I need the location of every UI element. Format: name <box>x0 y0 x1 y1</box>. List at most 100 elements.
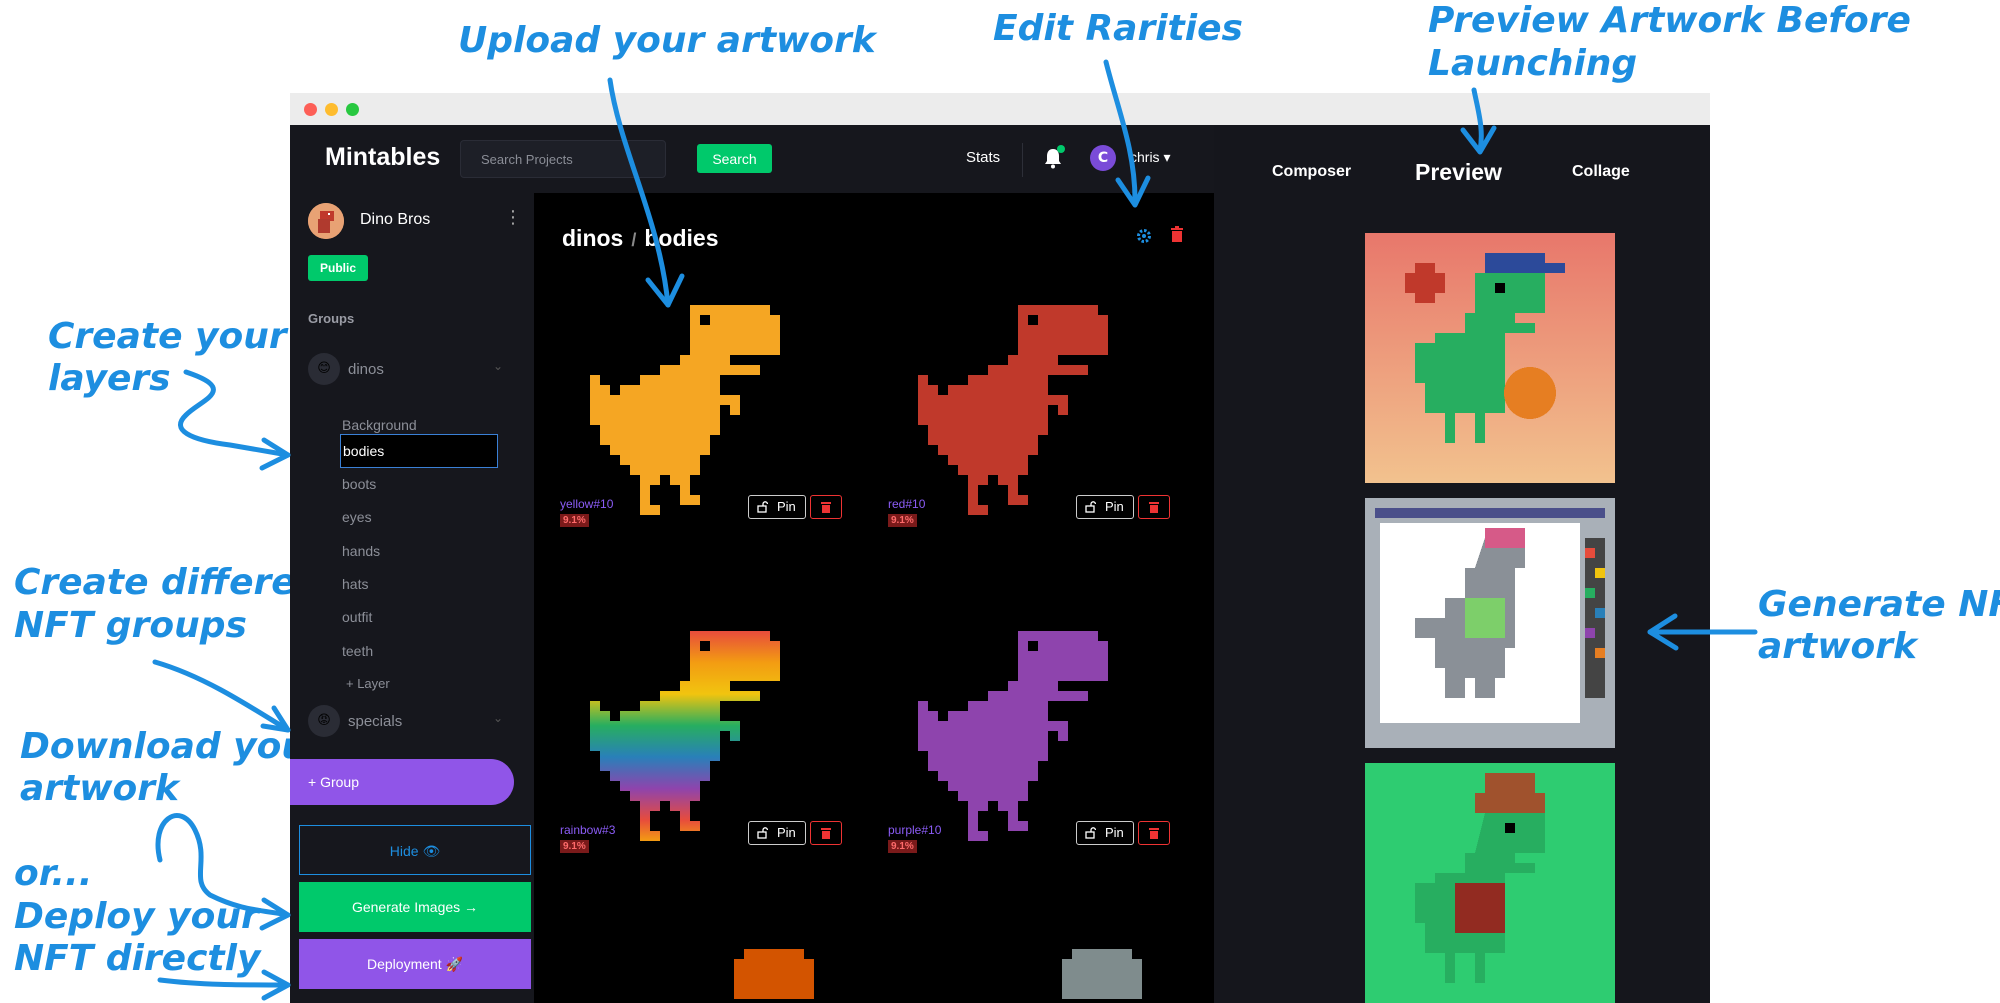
trait-name: red#10 <box>888 497 926 511</box>
search-input[interactable] <box>460 140 666 178</box>
stats-link[interactable]: Stats <box>966 149 1000 166</box>
groups-heading: Groups <box>308 311 355 326</box>
tab-collage[interactable]: Collage <box>1572 163 1630 181</box>
callout-preview-1: Preview Artwork Before <box>1428 0 1911 41</box>
pin-button[interactable]: Pin <box>1076 495 1134 519</box>
asset-card[interactable]: rainbow#3 9.1% Pin <box>560 631 860 931</box>
rarity-badge: 9.1% <box>888 514 917 527</box>
unlock-icon <box>757 827 769 839</box>
trash-icon <box>821 502 831 513</box>
sidebar: Dino Bros ⋮ Public Groups 😊 dinos ⌄ Back… <box>290 193 534 1003</box>
arrow-download-head <box>259 897 291 931</box>
arrow-layers <box>178 369 291 458</box>
close-window-button[interactable] <box>304 102 317 116</box>
group-name: dinos <box>348 361 384 378</box>
delete-button[interactable] <box>1138 495 1170 519</box>
asset-card[interactable]: yellow#10 9.1% Pin <box>560 305 860 605</box>
asset-card[interactable]: purple#10 9.1% Pin <box>888 631 1188 931</box>
callout-download-1: Download your <box>20 726 325 767</box>
window-titlebar <box>290 93 1710 125</box>
preview-artwork-1 <box>1365 233 1615 483</box>
deployment-button[interactable]: Deployment 🚀 <box>299 939 531 989</box>
arrow-groups <box>152 659 291 733</box>
callout-or: or... <box>14 853 93 894</box>
layer-outfit[interactable]: outfit <box>340 601 498 633</box>
callout-deploy-2: NFT directly <box>14 938 261 979</box>
rarity-badge: 9.1% <box>560 514 589 527</box>
tab-composer[interactable]: Composer <box>1272 163 1351 181</box>
breadcrumb-separator: / <box>631 230 637 250</box>
app-area: Mintables Search Stats C chris ▾ <box>290 125 1214 1003</box>
dino-orange-image <box>734 949 814 999</box>
dino-rainbow-image <box>590 631 780 841</box>
maximize-window-button[interactable] <box>346 102 359 116</box>
group-specials[interactable]: 😡 specials ⌄ <box>308 705 518 737</box>
group-dinos[interactable]: 😊 dinos ⌄ <box>308 353 518 385</box>
layer-eyes[interactable]: eyes <box>340 501 498 533</box>
brand-logo[interactable]: Mintables <box>325 143 440 172</box>
pin-label: Pin <box>777 499 796 514</box>
callout-download-2: artwork <box>20 768 179 809</box>
chevron-down-icon[interactable]: ⌄ <box>493 359 503 373</box>
arrow-deploy-head <box>261 969 291 1001</box>
project-avatar <box>308 203 344 239</box>
group-name: specials <box>348 713 403 730</box>
breadcrumb-group[interactable]: dinos <box>562 225 623 251</box>
layer-boots[interactable]: boots <box>340 468 498 500</box>
unlock-icon <box>1085 501 1097 513</box>
dino-gray-image <box>1062 949 1142 999</box>
callout-deploy-1: Deploy your <box>14 896 259 937</box>
rarity-badge: 9.1% <box>560 840 589 853</box>
arrow-deploy <box>157 977 291 988</box>
pin-button[interactable]: Pin <box>748 495 806 519</box>
layer-hands[interactable]: hands <box>340 535 498 567</box>
pin-label: Pin <box>1105 825 1124 840</box>
project-name[interactable]: Dino Bros <box>360 211 430 229</box>
browser-window: Mintables Search Stats C chris ▾ <box>290 93 1710 1003</box>
add-layer-button[interactable]: + Layer <box>346 676 390 691</box>
generate-images-button[interactable]: Generate Images → <box>299 882 531 932</box>
dino-purple-image <box>918 631 1108 841</box>
search-button[interactable]: Search <box>697 144 772 173</box>
pin-label: Pin <box>777 825 796 840</box>
delete-button[interactable] <box>1138 821 1170 845</box>
asset-card[interactable]: red#10 9.1% Pin <box>888 305 1188 605</box>
trash-icon <box>821 828 831 839</box>
layer-bodies[interactable]: bodies <box>340 434 498 468</box>
preview-artwork-2 <box>1365 498 1615 748</box>
pin-button[interactable]: Pin <box>1076 821 1134 845</box>
angry-face-icon: 😡 <box>308 705 340 737</box>
gear-icon[interactable] <box>1136 228 1152 244</box>
trait-name: rainbow#3 <box>560 823 616 837</box>
trash-icon[interactable] <box>1170 226 1184 242</box>
callout-generate-1: Generate NFT <box>1758 584 2000 625</box>
layer-hats[interactable]: hats <box>340 568 498 600</box>
chevron-down-icon[interactable]: ⌄ <box>493 711 503 725</box>
callout-preview-2: Launching <box>1428 43 1638 84</box>
pin-label: Pin <box>1105 499 1124 514</box>
arrow-layers-head <box>259 437 291 471</box>
breadcrumb: dinos / bodies <box>562 225 718 252</box>
visibility-badge[interactable]: Public <box>308 255 368 281</box>
nav-divider <box>1022 143 1023 177</box>
user-menu[interactable]: chris ▾ <box>1130 149 1170 166</box>
tab-preview[interactable]: Preview <box>1415 159 1502 186</box>
delete-button[interactable] <box>810 821 842 845</box>
add-group-button[interactable]: + Group <box>290 759 514 805</box>
pin-button[interactable]: Pin <box>748 821 806 845</box>
user-avatar[interactable]: C <box>1090 145 1116 171</box>
callout-generate-2: artwork <box>1758 626 1917 667</box>
minimize-window-button[interactable] <box>325 102 338 116</box>
project-menu-icon[interactable]: ⋮ <box>504 207 522 228</box>
hide-button[interactable]: Hide 👁 <box>299 825 531 875</box>
project-dino-icon <box>308 203 344 239</box>
callout-rarities: Edit Rarities <box>993 8 1243 49</box>
trait-name: purple#10 <box>888 823 942 837</box>
unlock-icon <box>757 501 769 513</box>
trash-icon <box>1149 502 1159 513</box>
layer-teeth[interactable]: teeth <box>340 635 498 667</box>
delete-button[interactable] <box>810 495 842 519</box>
smile-face-icon: 😊 <box>308 353 340 385</box>
callout-upload: Upload your artwork <box>458 20 876 61</box>
notification-dot <box>1057 145 1065 153</box>
